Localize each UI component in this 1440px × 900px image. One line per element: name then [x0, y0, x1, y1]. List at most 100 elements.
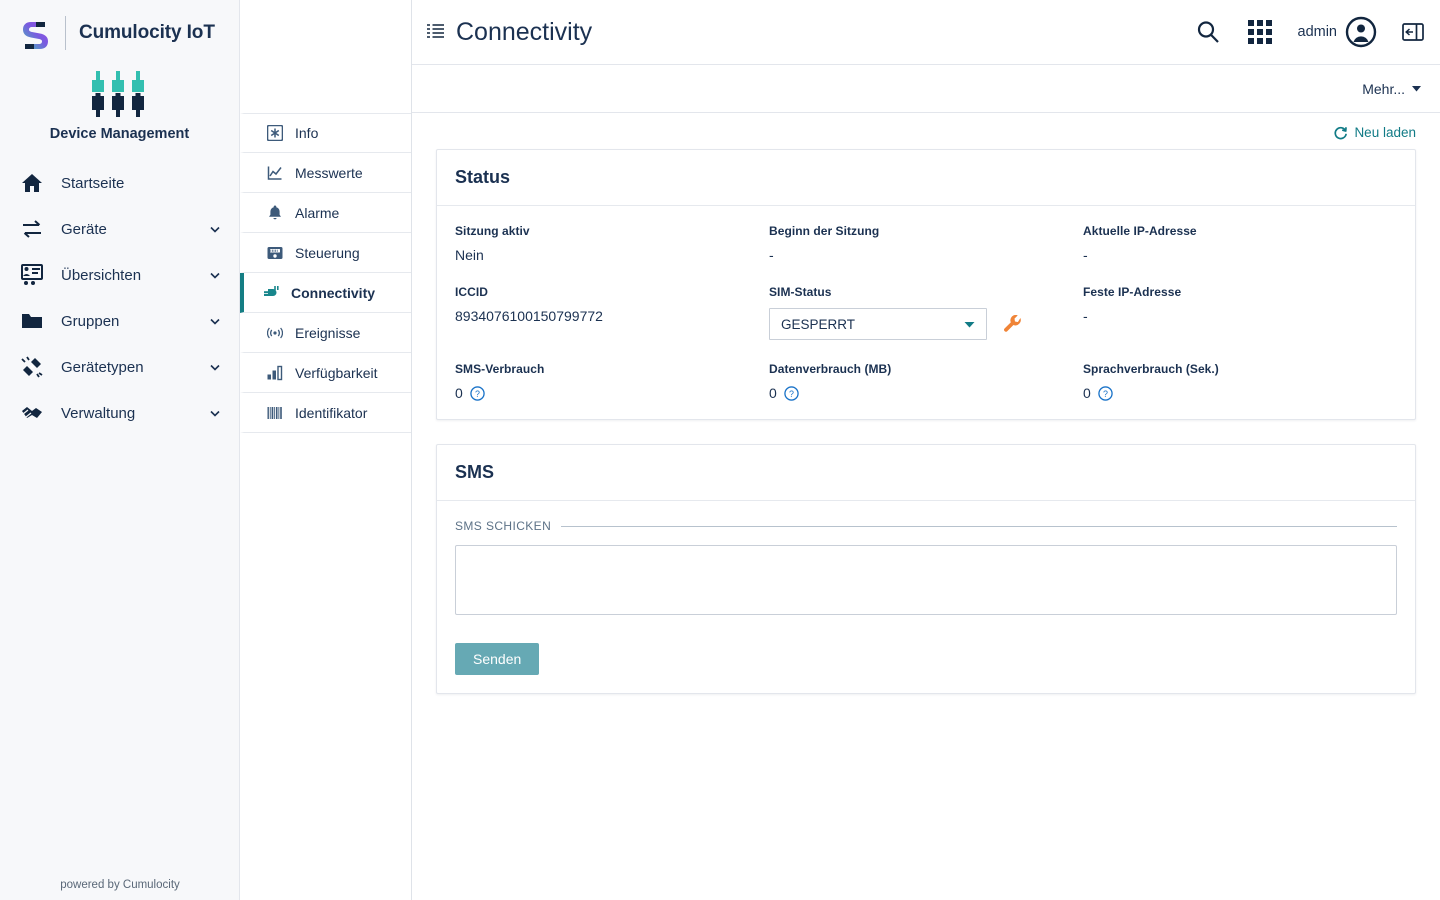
- sidebar-item-geraetetypen[interactable]: Gerätetypen: [0, 344, 239, 390]
- brand-header[interactable]: Cumulocity IoT: [0, 0, 239, 65]
- home-icon: [20, 171, 44, 195]
- device-tab-navigation: Info Messwerte Alarme Steuerung Connecti…: [240, 0, 412, 900]
- sms-message-input[interactable]: [455, 545, 1397, 615]
- wrench-icon[interactable]: [1003, 314, 1022, 334]
- status-card-title: Status: [455, 167, 511, 187]
- tab-label: Identifikator: [295, 404, 368, 421]
- sim-status-select[interactable]: GESPERRT: [769, 308, 987, 340]
- field-label: Aktuelle IP-Adresse: [1083, 224, 1197, 238]
- reload-row: Neu laden: [436, 113, 1416, 149]
- top-bar: Connectivity admin: [412, 0, 1440, 65]
- line-chart-icon: [266, 164, 283, 181]
- main-area: Connectivity admin Mehr... Neu laden Sta…: [412, 0, 1440, 900]
- help-circle-icon[interactable]: ?: [784, 385, 799, 401]
- plug-connect-icon: [20, 355, 44, 379]
- field-value: 8934076100150799772: [455, 308, 603, 324]
- field-sitzung-aktiv: Sitzung aktiv Nein: [455, 224, 769, 263]
- folder-icon: [20, 309, 44, 333]
- chevron-down-icon: [210, 318, 220, 325]
- sms-card-title: SMS: [455, 462, 495, 482]
- field-label: Feste IP-Adresse: [1083, 285, 1182, 299]
- left-sidebar: Cumulocity IoT Device Management Startse…: [0, 0, 240, 900]
- more-dropdown-button[interactable]: Mehr...: [1362, 81, 1422, 97]
- tab-messwerte[interactable]: Messwerte: [240, 153, 411, 193]
- tab-info[interactable]: Info: [240, 113, 411, 153]
- field-datenverbrauch: Datenverbrauch (MB) 0 ?: [769, 362, 1083, 401]
- sidebar-item-label: Gerätetypen: [61, 358, 144, 376]
- content-area: Neu laden Status Sitzung aktiv Nein Begi…: [412, 113, 1440, 900]
- brand-name: Cumulocity IoT: [79, 21, 215, 43]
- more-label: Mehr...: [1362, 80, 1405, 97]
- user-menu[interactable]: admin: [1298, 16, 1378, 48]
- sidebar-item-startseite[interactable]: Startseite: [0, 160, 239, 206]
- bell-icon: [266, 204, 283, 221]
- send-sms-button[interactable]: Senden: [455, 643, 540, 675]
- asterisk-icon: [266, 125, 283, 142]
- reload-button[interactable]: Neu laden: [1333, 125, 1416, 140]
- sidebar-item-label: Startseite: [61, 174, 125, 192]
- field-value: -: [769, 247, 774, 263]
- field-value: 0: [769, 385, 777, 401]
- barcode-icon: [266, 404, 283, 421]
- sidebar-item-geraete[interactable]: Geräte: [0, 206, 239, 252]
- tab-connectivity[interactable]: Connectivity: [240, 273, 411, 313]
- chevron-down-icon: [210, 364, 220, 371]
- field-aktuelle-ip-adresse: Aktuelle IP-Adresse -: [1083, 224, 1397, 263]
- sidebar-footer: powered by Cumulocity: [60, 879, 180, 891]
- right-panel-toggle-icon[interactable]: [1402, 21, 1424, 43]
- field-sim-status: SIM-Status GESPERRT: [769, 285, 1083, 340]
- status-card-body: Sitzung aktiv Nein Beginn der Sitzung - …: [437, 206, 1415, 419]
- sidebar-item-label: Geräte: [61, 220, 107, 238]
- sms-card-header: SMS: [437, 445, 1415, 501]
- application-identity: Device Management: [0, 65, 239, 142]
- field-sprachverbrauch: Sprachverbrauch (Sek.) 0 ?: [1083, 362, 1397, 401]
- bar-chart-icon: [266, 364, 283, 381]
- tab-label: Verfügbarkeit: [295, 364, 378, 381]
- control-device-icon: [266, 244, 283, 261]
- status-card: Status Sitzung aktiv Nein Beginn der Sit…: [436, 149, 1416, 420]
- tab-label: Ereignisse: [295, 324, 361, 341]
- status-fields-grid: Sitzung aktiv Nein Beginn der Sitzung - …: [455, 224, 1397, 401]
- tab-alarme[interactable]: Alarme: [240, 193, 411, 233]
- sms-card: SMS SMS SCHICKEN Senden: [436, 444, 1416, 694]
- field-value: Nein: [455, 247, 484, 263]
- sms-card-body: SMS SCHICKEN Senden: [437, 501, 1415, 693]
- sms-fieldset-legend: SMS SCHICKEN: [455, 519, 1397, 533]
- search-icon[interactable]: [1194, 18, 1222, 46]
- field-value: 0: [1083, 385, 1091, 401]
- sidebar-item-gruppen[interactable]: Gruppen: [0, 298, 239, 344]
- help-circle-icon[interactable]: ?: [1098, 385, 1113, 401]
- transfer-arrows-icon: [20, 217, 44, 241]
- field-value: -: [1083, 247, 1088, 263]
- tab-verfuegbarkeit[interactable]: Verfügbarkeit: [240, 353, 411, 393]
- help-circle-icon[interactable]: ?: [470, 385, 485, 401]
- field-value: 0: [455, 385, 463, 401]
- tab-label: Info: [295, 125, 319, 141]
- plug-icon: [262, 284, 279, 301]
- chevron-down-icon: [210, 272, 220, 279]
- device-plugs-icon: [91, 71, 144, 117]
- field-feste-ip-adresse: Feste IP-Adresse -: [1083, 285, 1397, 340]
- cumulocity-s-logo-icon: [23, 21, 48, 49]
- sim-status-value: GESPERRT: [781, 316, 856, 332]
- caret-down-icon: [964, 321, 975, 327]
- signal-waves-icon: [266, 324, 283, 341]
- hamburger-menu-icon[interactable]: [426, 21, 448, 43]
- user-avatar-icon: [1345, 16, 1377, 48]
- field-label: SIM-Status: [769, 285, 832, 299]
- tab-identifikator[interactable]: Identifikator: [240, 393, 411, 433]
- sidebar-item-verwaltung[interactable]: Verwaltung: [0, 390, 239, 436]
- tab-steuerung[interactable]: Steuerung: [240, 233, 411, 273]
- field-label: ICCID: [455, 285, 488, 299]
- field-sms-verbrauch: SMS-Verbrauch 0 ?: [455, 362, 769, 401]
- field-label: Sprachverbrauch (Sek.): [1083, 362, 1219, 376]
- svg-text:?: ?: [1103, 388, 1108, 398]
- sidebar-item-uebersichten[interactable]: Übersichten: [0, 252, 239, 298]
- tab-label: Alarme: [295, 204, 340, 221]
- chevron-down-icon: [210, 410, 220, 417]
- field-label: Sitzung aktiv: [455, 224, 530, 238]
- application-name: Device Management: [49, 126, 190, 142]
- tab-ereignisse[interactable]: Ereignisse: [240, 313, 411, 353]
- app-switcher-grid-icon[interactable]: [1247, 19, 1273, 45]
- caret-down-icon: [1412, 86, 1421, 92]
